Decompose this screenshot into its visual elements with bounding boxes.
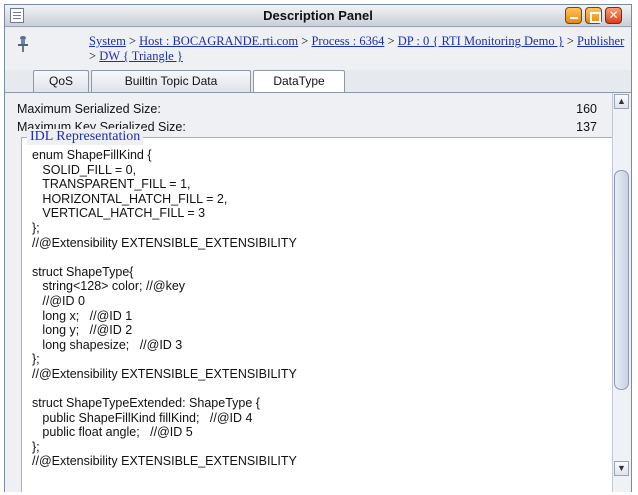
breadcrumb-area: System > Host : BOCAGRANDE.rti.com > Pro… <box>5 28 631 70</box>
breadcrumb: System > Host : BOCAGRANDE.rti.com > Pro… <box>89 34 625 64</box>
idl-text[interactable]: enum ShapeFillKind { SOLID_FILL = 0, TRA… <box>32 148 607 469</box>
arrow-down-icon: ▼ <box>617 463 626 473</box>
breadcrumb-datawriter[interactable]: DW { Triangle } <box>99 49 183 63</box>
vertical-scrollbar[interactable]: ▲ ▼ <box>612 93 629 492</box>
breadcrumb-separator: > <box>566 34 574 48</box>
scroll-down-button[interactable]: ▼ <box>614 461 629 476</box>
breadcrumb-publisher[interactable]: Publisher <box>577 34 624 48</box>
breadcrumb-host[interactable]: Host : BOCAGRANDE.rti.com <box>139 34 298 48</box>
scroll-track[interactable] <box>614 110 629 474</box>
idl-representation-legend: IDL Representation <box>27 129 144 145</box>
max-serialized-size-value: 160 <box>576 102 597 116</box>
breadcrumb-separator: > <box>89 49 97 63</box>
close-button[interactable]: ✕ <box>605 7 622 24</box>
tab-datatype[interactable]: DataType <box>253 70 345 93</box>
breadcrumb-system[interactable]: System <box>89 34 126 48</box>
description-panel-window: Description Panel ✕ System > Host : BOCA… <box>4 4 632 492</box>
tab-qos[interactable]: QoS <box>33 70 89 92</box>
close-icon: ✕ <box>608 8 619 22</box>
tab-bar: QoS Builtin Topic Data DataType <box>5 70 631 93</box>
breadcrumb-separator: > <box>128 34 136 48</box>
breadcrumb-separator: > <box>387 34 395 48</box>
arrow-up-icon: ▲ <box>617 96 626 106</box>
breadcrumb-separator: > <box>301 34 309 48</box>
max-key-serialized-size-value: 137 <box>576 120 597 134</box>
scroll-thumb[interactable] <box>614 170 629 390</box>
max-serialized-size-label: Maximum Serialized Size: <box>17 102 161 116</box>
pin-icon[interactable] <box>16 35 30 53</box>
scroll-up-button[interactable]: ▲ <box>614 94 629 109</box>
breadcrumb-process[interactable]: Process : 6364 <box>311 34 384 48</box>
title-bar[interactable]: Description Panel ✕ <box>5 5 631 27</box>
maximize-button[interactable] <box>585 7 602 24</box>
window-title: Description Panel <box>263 8 373 23</box>
breadcrumb-domain-participant[interactable]: DP : 0 { RTI Monitoring Demo } <box>398 34 564 48</box>
datatype-content: Maximum Serialized Size: 160 Maximum Key… <box>5 92 631 492</box>
tab-builtin-topic-data[interactable]: Builtin Topic Data <box>91 70 251 92</box>
minimize-button[interactable] <box>565 7 582 24</box>
idl-representation-group: IDL Representation enum ShapeFillKind { … <box>21 129 613 492</box>
